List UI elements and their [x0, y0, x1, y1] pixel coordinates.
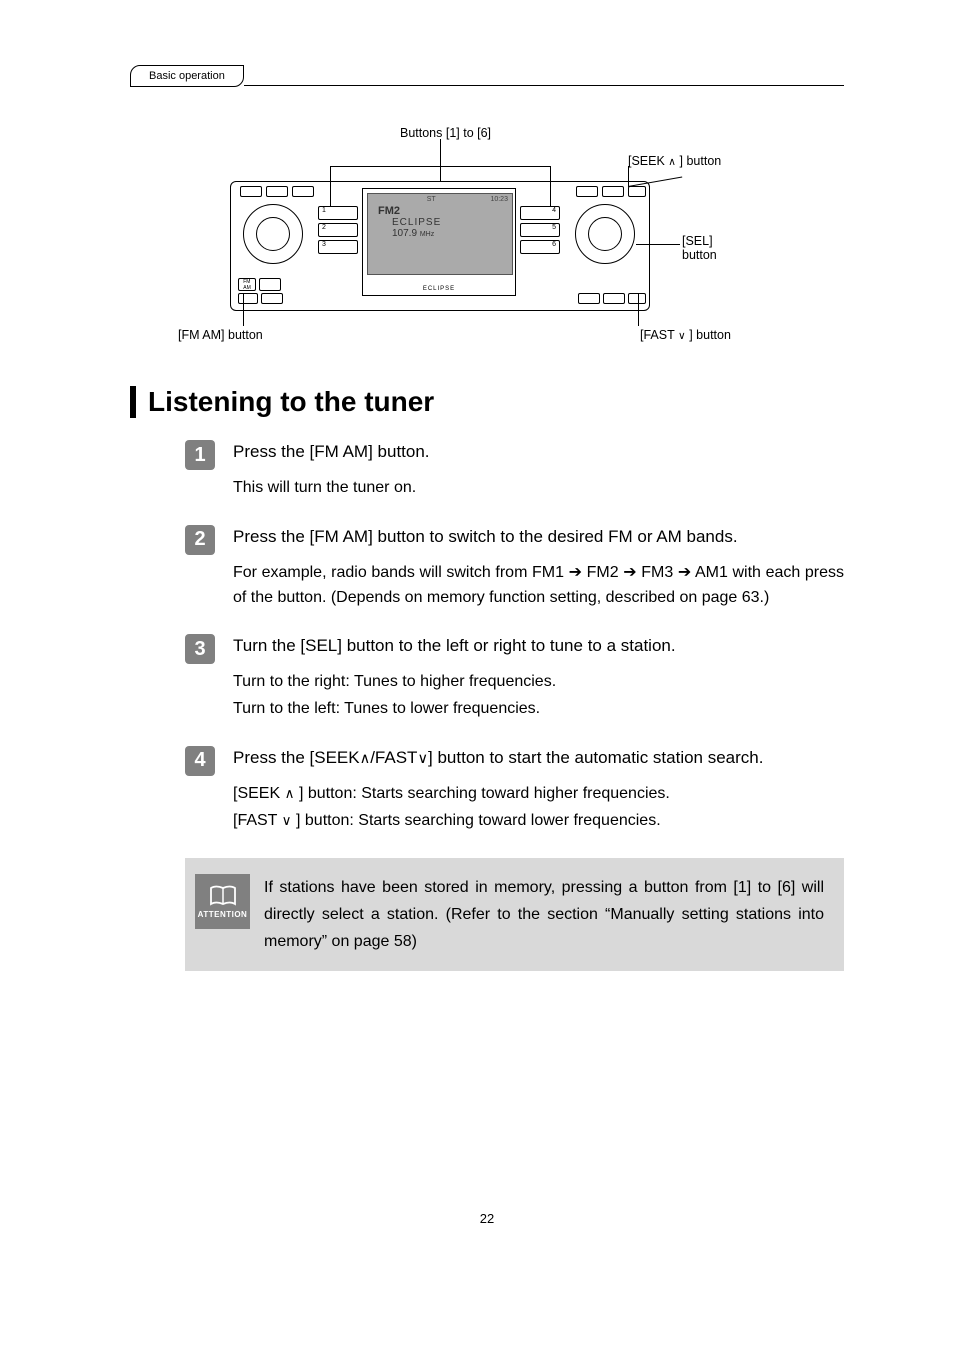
- step-1: 1 Press the [FM AM] button. This will tu…: [130, 440, 844, 515]
- top-buttons-right: [576, 186, 646, 197]
- step-number: 2: [185, 525, 215, 555]
- bottom-buttons-left: FMAM: [238, 278, 281, 291]
- breadcrumb-row: Basic operation: [130, 65, 844, 86]
- step-3-desc-right: Turn to the right: Tunes to higher frequ…: [233, 670, 844, 695]
- step-4-desc-seek: [SEEK ] button: Starts searching toward …: [233, 782, 844, 807]
- step-3-title: Turn the [SEL] button to the left or rig…: [233, 636, 844, 656]
- step-number: 3: [185, 634, 215, 664]
- preset-buttons-right: 4 5 6: [520, 206, 560, 254]
- leader-buttons-v2: [550, 166, 551, 206]
- step-1-desc: This will turn the tuner on.: [233, 476, 844, 501]
- book-icon: [208, 884, 238, 908]
- label-fast-button: [FAST ] button: [640, 328, 731, 342]
- attention-text: If stations have been stored in memory, …: [264, 874, 824, 956]
- label-sel-button: [SEL]button: [682, 234, 717, 262]
- attention-icon: ATTENTION: [195, 874, 250, 929]
- leader-buttons-h: [330, 166, 550, 167]
- bottom-buttons-left-2: [238, 293, 283, 304]
- step-number: 1: [185, 440, 215, 470]
- step-1-title: Press the [FM AM] button.: [233, 442, 844, 462]
- step-number: 4: [185, 746, 215, 776]
- step-4-desc-fast: [FAST ] button: Starts searching toward …: [233, 809, 844, 834]
- top-buttons-left: [240, 186, 314, 197]
- step-2-title: Press the [FM AM] button to switch to th…: [233, 527, 844, 547]
- step-3-desc-left: Turn to the left: Tunes to lower frequen…: [233, 697, 844, 722]
- left-knob: [243, 204, 303, 264]
- attention-label: ATTENTION: [198, 910, 248, 919]
- bottom-buttons-right: [578, 293, 646, 304]
- breadcrumb-rule: [244, 85, 844, 86]
- step-2: 2 Press the [FM AM] button to switch to …: [130, 525, 844, 625]
- step-3: 3 Turn the [SEL] button to the left or r…: [130, 634, 844, 736]
- right-knob-sel: [575, 204, 635, 264]
- leader-buttons-v1: [330, 166, 331, 206]
- label-buttons-1-6: Buttons [1] to [6]: [400, 126, 491, 140]
- device-diagram: Buttons [1] to [6] [SEEK ] button [SEL]b…: [130, 136, 844, 356]
- label-seek-button: [SEEK ] button: [628, 154, 721, 168]
- label-fmam-button: [FM AM] button: [178, 328, 263, 342]
- attention-box: ATTENTION If stations have been stored i…: [185, 858, 844, 972]
- leader-sel: [636, 244, 680, 245]
- page-number: 22: [130, 1211, 844, 1226]
- leader-seek-v: [628, 166, 629, 186]
- step-4: 4 Press the [SEEK/FAST] button to start …: [130, 746, 844, 848]
- leader-buttons: [440, 139, 441, 181]
- breadcrumb-tab: Basic operation: [130, 65, 244, 87]
- step-2-desc: For example, radio bands will switch fro…: [233, 561, 844, 611]
- step-4-title: Press the [SEEK/FAST] button to start th…: [233, 748, 844, 768]
- page-heading: Listening to the tuner: [130, 386, 844, 418]
- preset-buttons-left: 1 2 3: [318, 206, 358, 254]
- leader-fast: [638, 294, 639, 326]
- leader-fmam: [243, 294, 244, 326]
- device-display: ST10:23 FM2 ECLIPSE 107.9 MHz ECLIPSE: [362, 188, 516, 296]
